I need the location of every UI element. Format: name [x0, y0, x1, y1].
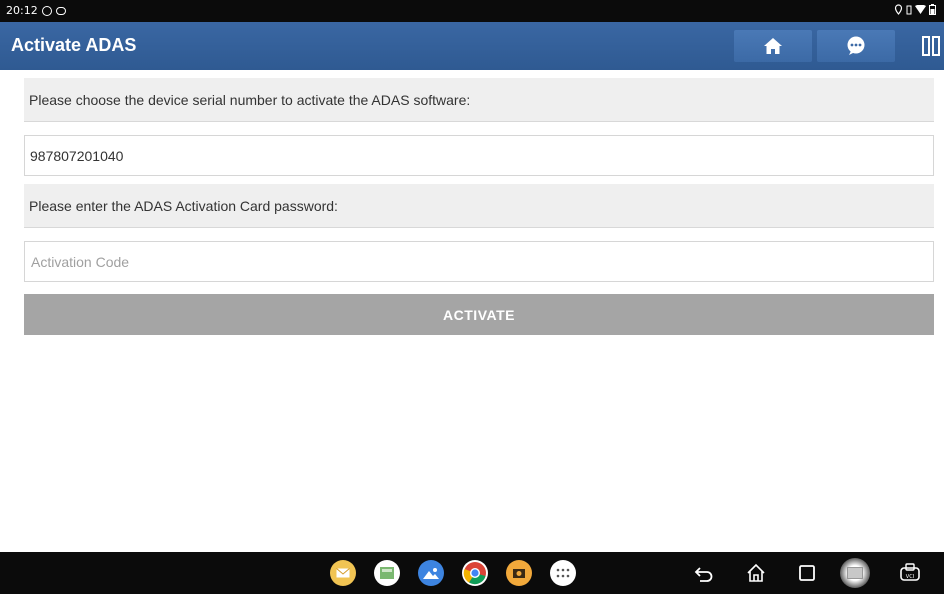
svg-text:VCI: VCI: [906, 574, 914, 580]
page-title: Activate ADAS: [11, 35, 137, 55]
password-prompt-row: Please enter the ADAS Activation Card pa…: [24, 184, 934, 228]
serial-number-value: 987807201040: [30, 148, 124, 164]
photos-app-icon[interactable]: [418, 560, 444, 586]
system-nav-bar: VCI: [0, 552, 944, 594]
message-status-icon: [55, 6, 66, 15]
serial-number-select[interactable]: 987807201040: [24, 135, 934, 176]
split-screen-icon: [922, 36, 930, 56]
settings-status-icon: [41, 5, 52, 16]
email-app-icon[interactable]: [330, 560, 356, 586]
camera-app-icon[interactable]: [506, 560, 532, 586]
recents-icon[interactable]: [797, 563, 817, 583]
wifi-icon: [915, 5, 926, 14]
back-icon[interactable]: [694, 563, 714, 583]
status-time: 20:12: [6, 4, 38, 17]
gallery-app-icon[interactable]: [374, 560, 400, 586]
title-bar: Activate ADAS: [0, 22, 944, 70]
serial-prompt-row: Please choose the device serial number t…: [24, 78, 934, 122]
home-button[interactable]: [734, 30, 812, 62]
password-prompt-label: Please enter the ADAS Activation Card pa…: [29, 198, 338, 214]
chat-icon: [847, 36, 865, 55]
vibrate-icon: [906, 5, 912, 14]
home-nav-icon[interactable]: [746, 563, 766, 583]
battery-icon: [929, 4, 936, 15]
activate-button[interactable]: ACTIVATE: [24, 294, 934, 335]
location-icon: [894, 4, 903, 15]
activation-code-field[interactable]: [24, 241, 934, 282]
status-bar: 20:12: [0, 0, 944, 22]
split-screen-button[interactable]: [920, 36, 944, 58]
screenshot-icon[interactable]: [840, 558, 870, 588]
vci-icon[interactable]: VCI: [898, 563, 922, 583]
message-button[interactable]: [817, 30, 895, 62]
activation-code-input[interactable]: [25, 242, 933, 281]
chrome-app-icon[interactable]: [462, 560, 488, 586]
serial-prompt-label: Please choose the device serial number t…: [29, 92, 471, 108]
app-drawer-icon[interactable]: [550, 560, 576, 586]
home-icon: [764, 38, 782, 54]
